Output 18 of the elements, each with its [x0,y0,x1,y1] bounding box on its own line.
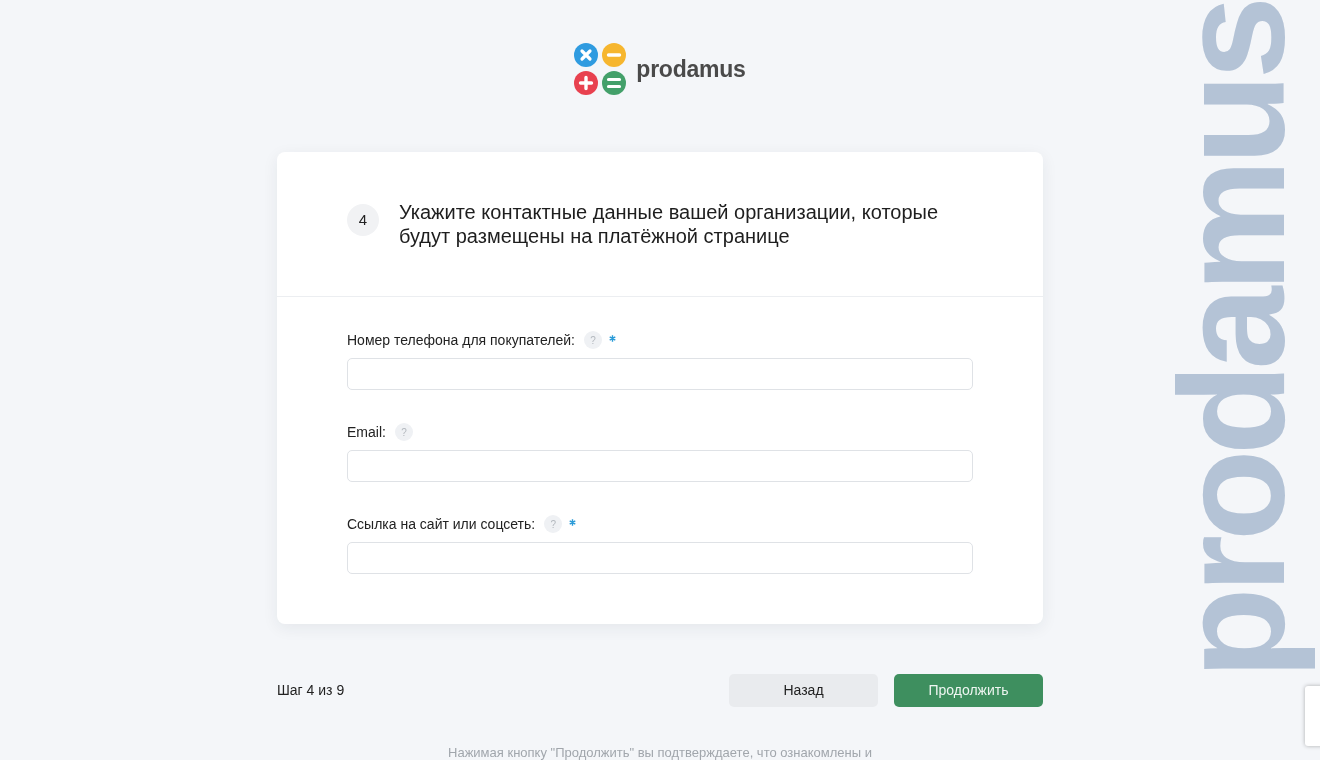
help-icon[interactable]: ? [544,515,563,533]
field-label: Ссылка на сайт или соцсеть: [347,514,536,534]
background-wordmark: prodamus [1147,1,1317,679]
step-title: Укажите контактные данные вашей организации, которые будут размещены на платёжной странице [399,200,940,248]
help-icon[interactable]: ? [584,331,602,349]
field-label: Email: [347,422,386,442]
help-icon[interactable]: ? [394,423,413,441]
input-field[interactable] [347,542,973,574]
continue-button[interactable]: Продолжить [894,674,1043,707]
field-label: Номер телефона для покупателей: [347,330,575,350]
logo-text: prodamus [636,57,746,81]
consent-notice: Нажимая кнопку "Продолжить" вы подтверждаете, что ознакомлены и [448,745,872,760]
step-counter: Шаг 4 из 9 [277,681,345,700]
back-button[interactable]: Назад [729,674,878,707]
logo-icon [574,43,627,95]
step-number: 4 [347,204,379,236]
input-field[interactable] [347,450,973,482]
input-field[interactable] [347,358,973,390]
